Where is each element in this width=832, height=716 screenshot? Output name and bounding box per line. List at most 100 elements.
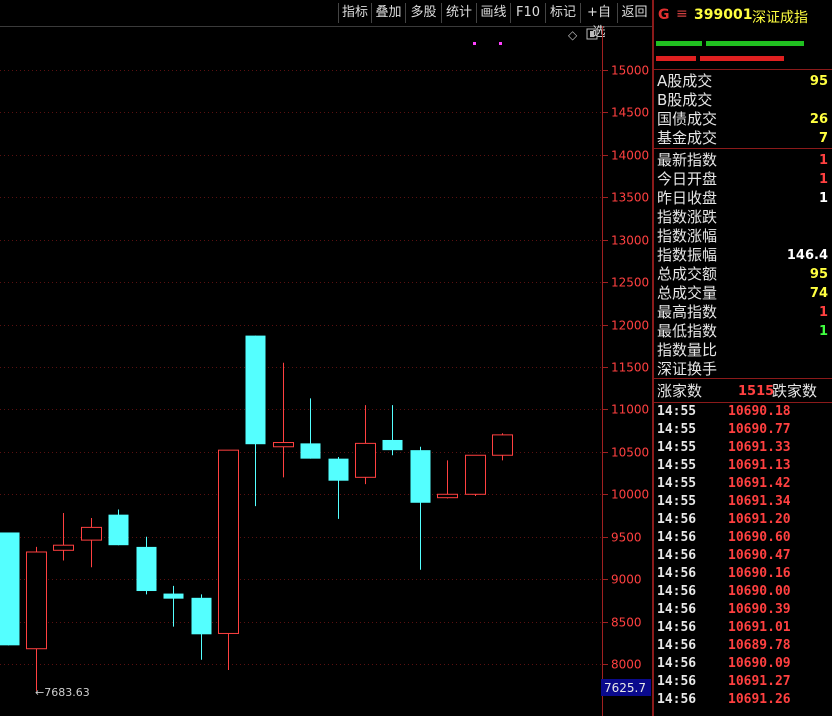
tick-price: 10690.47 [728, 548, 791, 563]
tick-price: 10690.00 [728, 584, 791, 599]
tick-row: 14:56 10690.09 [654, 655, 832, 673]
kline-chart[interactable]: 15000 14500 14000 13500 13000 12500 12000 11500… [0, 26, 652, 716]
divider [654, 69, 832, 70]
candle-body [218, 449, 239, 634]
y-tick-label: 12500 [611, 276, 649, 290]
y-tick-label: 11000 [611, 403, 649, 417]
tick-price: 10691.26 [728, 692, 791, 707]
draw-line-button[interactable]: 画线 [476, 3, 510, 23]
tick-row: 14:56 10690.16 [654, 565, 832, 583]
candle-body [355, 442, 376, 478]
tick-time: 14:56 [657, 620, 697, 635]
tick-price: 10690.16 [728, 566, 791, 581]
back-button[interactable]: 返回 [617, 3, 651, 23]
tick-row: 14:55 10691.34 [654, 493, 832, 511]
stat-label: 深证换手 [657, 360, 718, 378]
candle-body [163, 593, 184, 599]
rise-label: 涨家数 [657, 382, 703, 400]
stat-row: 最低指数 1 [654, 322, 832, 341]
tick-price: 10690.60 [728, 530, 791, 545]
window-toggle-icon-inner [590, 31, 594, 37]
tick-row: 14:55 10691.33 [654, 439, 832, 457]
stat-label: 指数涨幅 [657, 227, 718, 245]
tick-time: 14:56 [657, 512, 697, 527]
stat-row: 指数涨跌 [654, 208, 832, 227]
stat-value: 1 [818, 153, 828, 168]
stat-label: 最新指数 [657, 151, 718, 169]
y-tick-label: 13500 [611, 191, 649, 205]
tick-row: 14:55 10690.18 [654, 403, 832, 421]
stat-label: A股成交 [657, 72, 713, 90]
tick-time: 14:55 [657, 458, 697, 473]
tick-row: 14:56 10689.78 [654, 637, 832, 655]
candle-body [300, 443, 321, 459]
tick-time: 14:56 [657, 656, 697, 671]
index-name: 深证成指 [752, 10, 808, 26]
tick-row: 14:56 10690.60 [654, 529, 832, 547]
stat-label: 最高指数 [657, 303, 718, 321]
tick-time: 14:56 [657, 548, 697, 563]
tick-row: 14:56 10691.26 [654, 691, 832, 709]
marker-dot [473, 42, 476, 45]
tick-time: 14:56 [657, 566, 697, 581]
diamond-icon: ◇ [568, 28, 578, 42]
tick-price: 10691.01 [728, 620, 791, 635]
candle-body [191, 597, 212, 635]
multi-stock-button[interactable]: 多股 [405, 3, 441, 23]
stat-value: 1 [818, 172, 828, 187]
stat-label: 指数振幅 [657, 246, 718, 264]
volume-bar-green-2 [706, 41, 804, 46]
candle-body [108, 514, 129, 546]
y-tick-label: 9500 [611, 531, 642, 545]
tick-row: 14:55 10690.77 [654, 421, 832, 439]
tick-price: 10689.78 [728, 638, 791, 653]
stat-row: 基金成交 7 [654, 129, 832, 148]
stat-row: B股成交 [654, 91, 832, 110]
stat-label: 基金成交 [657, 129, 718, 147]
stat-row: 最新指数 1 [654, 151, 832, 170]
candle-body [81, 526, 102, 541]
mark-button[interactable]: 标记 [545, 3, 580, 23]
index-code: 399001 [694, 7, 753, 23]
tick-row: 14:56 10691.01 [654, 619, 832, 637]
stat-label: 指数量比 [657, 341, 718, 359]
candle-body [437, 493, 458, 499]
tick-price: 10691.13 [728, 458, 791, 473]
candle-body [245, 335, 266, 445]
stat-row: 最高指数 1 [654, 303, 832, 322]
volume-bar-green-1 [656, 41, 702, 46]
tick-time: 14:56 [657, 638, 697, 653]
stat-value: 74 [809, 286, 828, 301]
stat-row: 深证换手 [654, 360, 832, 379]
y-tick-label: 10500 [611, 446, 649, 460]
stat-value: 146.4 [786, 248, 828, 263]
add-favorite-button[interactable]: +自选 [580, 3, 617, 40]
indicator-button[interactable]: 指标 [338, 3, 371, 23]
statistics-button[interactable]: 统计 [441, 3, 476, 23]
candle-body [0, 532, 20, 646]
candle-body [26, 551, 47, 650]
tick-row: 14:56 10691.27 [654, 673, 832, 691]
stat-row: 总成交额 95 [654, 265, 832, 284]
menu-icon[interactable]: ≡ [676, 6, 688, 22]
market-g-icon[interactable]: G [658, 7, 670, 23]
tick-price: 10690.39 [728, 602, 791, 617]
tick-row: 14:56 10690.00 [654, 583, 832, 601]
stat-row: 昨日收盘 1 [654, 189, 832, 208]
y-tick-label: 12000 [611, 319, 649, 333]
tick-price: 10691.42 [728, 476, 791, 491]
overlay-button[interactable]: 叠加 [371, 3, 405, 23]
stat-value: 1 [818, 305, 828, 320]
tick-price: 10690.77 [728, 422, 791, 437]
stat-row: 指数量比 [654, 341, 832, 360]
tick-price: 10691.33 [728, 440, 791, 455]
stat-label: B股成交 [657, 91, 713, 109]
y-tick-label: 13000 [611, 234, 649, 248]
rise-fall-row: 涨家数 1515 跌家数 [654, 382, 832, 401]
kline-svg[interactable]: 15000 14500 14000 13500 13000 12500 12000 11500… [0, 26, 652, 716]
stat-value: 7 [818, 131, 828, 146]
tick-time: 14:56 [657, 692, 697, 707]
panel-header: G ≡ 399001 深证成指 [654, 0, 832, 30]
f10-button[interactable]: F10 [510, 3, 545, 23]
tick-row: 14:56 10691.20 [654, 511, 832, 529]
